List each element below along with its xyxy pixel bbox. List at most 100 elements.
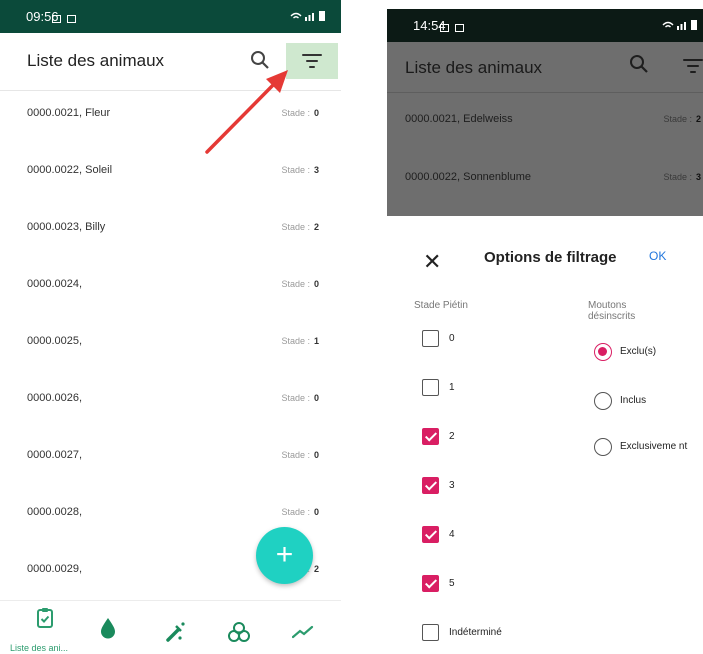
signal-battery-icons	[661, 19, 699, 33]
notification-icons	[434, 19, 464, 37]
animal-label: 0000.0026,	[27, 392, 83, 404]
list-item: 0000.0021, Edelweiss Stade :2	[387, 92, 703, 149]
list-item[interactable]: 0000.0025, Stade :1	[0, 315, 341, 372]
ok-button[interactable]: OK	[649, 249, 666, 263]
animal-label: 0000.0028,	[27, 506, 83, 518]
stage-value: 1	[313, 336, 319, 346]
filter-button[interactable]	[286, 43, 338, 79]
sheet-title: Options de filtrage	[484, 249, 617, 266]
stage-value: 3	[313, 165, 319, 175]
stage-value: 2	[695, 114, 701, 124]
left-screen: 09:56 Liste des animaux 0000.0021, Fleur…	[0, 0, 341, 654]
bottom-navigation: Liste des ani...	[0, 600, 341, 654]
stage-label: Stade :	[281, 336, 310, 346]
stage-info: Stade :3	[663, 172, 701, 182]
animal-label: 0000.0024,	[27, 278, 83, 290]
radio-button[interactable]	[594, 392, 612, 410]
pipette-icon[interactable]	[164, 621, 186, 648]
animal-label: 0000.0022, Soleil	[27, 164, 113, 176]
page-title: Liste des animaux	[405, 58, 543, 77]
radio-button[interactable]	[594, 343, 612, 361]
clipboard-check-icon[interactable]	[36, 607, 54, 634]
list-item[interactable]: 0000.0023, Billy Stade :2	[0, 201, 341, 258]
filter-sheet: ✕ Options de filtrage OK Stade Piétin Mo…	[387, 216, 703, 653]
stage-info: Stade :3	[281, 165, 319, 175]
checkbox-label: 3	[449, 480, 455, 491]
signal-battery-icons	[289, 10, 327, 24]
notification-icons	[46, 10, 76, 28]
checkbox-label: 2	[449, 431, 455, 442]
stage-info: Stade :0	[281, 450, 319, 460]
animal-label: 0000.0022, Sonnenblume	[405, 171, 531, 183]
animal-label: 0000.0021, Edelweiss	[405, 113, 513, 125]
animal-label: 0000.0029,	[27, 563, 83, 575]
checkbox-label: 1	[449, 382, 455, 393]
stage-label: Stade :	[281, 450, 310, 460]
close-icon[interactable]: ✕	[423, 249, 441, 275]
animal-label: 0000.0023, Billy	[27, 221, 106, 233]
stage-value: 0	[313, 108, 319, 118]
stage-label: Stade :	[663, 114, 692, 124]
add-animal-button[interactable]: +	[256, 527, 313, 584]
stage-value: 2	[313, 222, 319, 232]
radio-label: Inclus	[620, 395, 647, 406]
nav-label-animal-list: Liste des ani...	[10, 643, 69, 653]
list-item[interactable]: 0000.0021, Fleur Stade :0	[0, 87, 341, 144]
status-bar: 14:54	[387, 9, 703, 42]
search-icon	[628, 53, 654, 79]
stage-label: Stade :	[281, 165, 310, 175]
checkbox-label: 0	[449, 333, 455, 344]
stage-value: 0	[313, 279, 319, 289]
checkbox[interactable]	[422, 330, 439, 347]
checkbox[interactable]	[422, 526, 439, 543]
list-item[interactable]: 0000.0027, Stade :0	[0, 429, 341, 486]
stage-label: Stade :	[281, 108, 310, 118]
stage-info: Stade :2	[663, 114, 701, 124]
checkbox[interactable]	[422, 428, 439, 445]
list-item: 0000.0022, Sonnenblume Stade :3	[387, 150, 703, 207]
stage-label: Stade :	[663, 172, 692, 182]
stage-label: Stade :	[281, 279, 310, 289]
dimmed-list-background: Liste des animaux 0000.0021, Edelweiss St…	[387, 42, 703, 216]
trend-icon[interactable]	[291, 625, 314, 644]
drop-icon[interactable]	[100, 617, 116, 644]
checkbox-label: 5	[449, 578, 455, 589]
checkbox-label: Indéterminé	[449, 627, 502, 638]
stage-info: Stade :0	[281, 393, 319, 403]
stage-label: Stade :	[281, 393, 310, 403]
stage-header: Stade Piétin	[414, 300, 468, 311]
unsubscribed-header: Moutons désinscrits	[588, 300, 636, 322]
radio-label: Exclusiveme nt	[620, 441, 688, 452]
radio-label: Exclu(s)	[620, 346, 657, 357]
stage-value: 0	[313, 450, 319, 460]
stage-info: Stade :2	[281, 222, 319, 232]
stage-value: 3	[695, 172, 701, 182]
stage-info: Stade :1	[281, 336, 319, 346]
list-item[interactable]: 0000.0022, Soleil Stade :3	[0, 144, 341, 201]
radio-button[interactable]	[594, 438, 612, 456]
checkbox[interactable]	[422, 379, 439, 396]
right-screen: 14:54 Liste des animaux 0000.0021, Edelw…	[387, 0, 703, 653]
checkbox[interactable]	[422, 624, 439, 641]
animal-label: 0000.0021, Fleur	[27, 107, 111, 119]
checkbox[interactable]	[422, 477, 439, 494]
list-item[interactable]: 0000.0026, Stade :0	[0, 372, 341, 429]
stage-info: Stade :0	[281, 279, 319, 289]
biohazard-icon[interactable]	[227, 621, 251, 648]
filter-icon	[302, 54, 322, 68]
checkbox[interactable]	[422, 575, 439, 592]
stage-info: Stade :0	[281, 507, 319, 517]
filter-icon	[683, 59, 703, 73]
page-title: Liste des animaux	[27, 51, 165, 70]
animal-label: 0000.0027,	[27, 449, 83, 461]
stage-label: Stade :	[281, 507, 310, 517]
list-item[interactable]: 0000.0024, Stade :0	[0, 258, 341, 315]
status-bar: 09:56	[0, 0, 341, 33]
checkbox-label: 4	[449, 529, 455, 540]
stage-value: 0	[313, 393, 319, 403]
animal-label: 0000.0025,	[27, 335, 83, 347]
stage-value: 0	[313, 507, 319, 517]
stage-info: Stade :0	[281, 108, 319, 118]
stage-value: 2	[313, 564, 319, 574]
stage-label: Stade :	[281, 222, 310, 232]
